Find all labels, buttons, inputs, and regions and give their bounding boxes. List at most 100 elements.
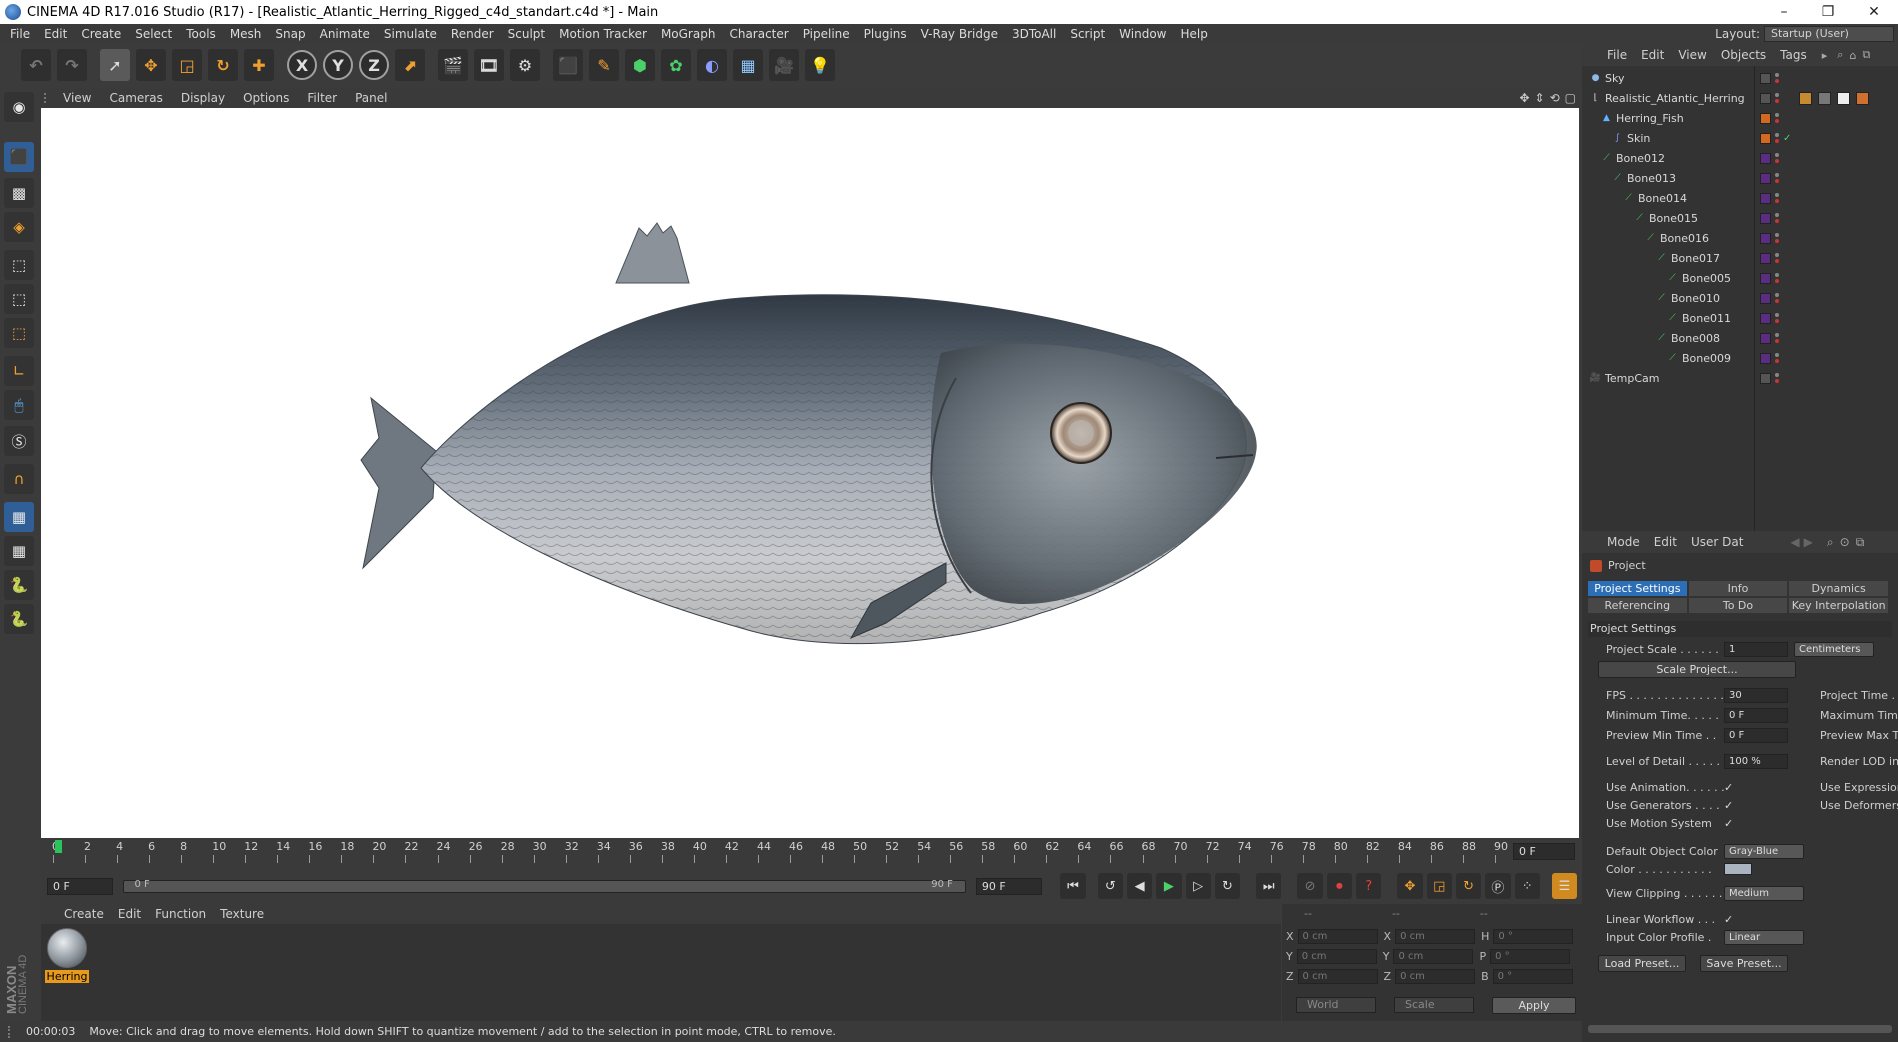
layer-color-swatch[interactable] [1760,372,1771,384]
visibility-dots-icon[interactable] [1775,93,1779,103]
points-mode-icon[interactable]: ⬚ [4,250,34,280]
preview-min-field[interactable]: 0 F [1724,727,1788,743]
material-tag-icon[interactable] [1799,91,1812,105]
object-row[interactable]: ⟋ Bone009 [1582,348,1898,368]
object-row[interactable]: ⟋ Bone008 [1582,328,1898,348]
object-row[interactable]: 🎥 TempCam [1582,368,1898,388]
project-scale-field[interactable]: 1 [1724,641,1788,657]
layer-color-swatch[interactable] [1760,92,1771,104]
menu-sculpt[interactable]: Sculpt [501,27,552,41]
object-row[interactable]: ⟋ Bone014 [1582,188,1898,208]
key-scale-icon[interactable]: ◲ [1426,873,1452,899]
polygons-mode-icon[interactable]: ⬚ [4,318,34,348]
minimize-button[interactable]: – [1762,0,1806,24]
visibility-dots-icon[interactable] [1775,333,1779,343]
attribute-menu-edit[interactable]: Edit [1647,535,1684,549]
end-frame-field[interactable]: 90 F [975,877,1043,895]
rotate-tool-icon[interactable]: ↻ [208,49,238,81]
record-keys-icon[interactable]: ⊘ [1297,873,1323,899]
snap-magnet-icon[interactable]: ∩ [4,464,34,494]
workplane-mode-icon[interactable]: ◈ [4,212,34,242]
fps-field[interactable]: 30 [1724,687,1788,703]
object-menu-edit[interactable]: Edit [1634,48,1671,62]
menu-character[interactable]: Character [722,27,795,41]
apply-button[interactable]: Apply [1492,997,1576,1014]
frame-range-slider[interactable]: 0 F 90 F [123,879,966,893]
size-x-field[interactable]: 0 cm [1395,928,1476,944]
keyframe-selection-icon[interactable]: ? [1356,873,1382,899]
default-color-dropdown[interactable]: Gray-Blue [1724,843,1804,859]
object-menu-view[interactable]: View [1671,48,1713,62]
visibility-dots-icon[interactable] [1775,293,1779,303]
floor-environment-icon[interactable]: ▦ [733,49,763,81]
render-view-icon[interactable]: 🎬 [438,49,468,81]
z-axis-lock-icon[interactable]: Z [359,50,389,80]
object-row[interactable]: ⟋ Bone013 [1582,168,1898,188]
texture-tag-icon[interactable] [1818,91,1831,105]
object-row[interactable]: ⟋ Bone005 [1582,268,1898,288]
new-window-icon[interactable]: ⧉ [1862,48,1870,62]
linear-workflow-checkbox[interactable]: ✓ [1724,913,1736,926]
next-frame-icon[interactable]: ▷ [1185,873,1211,899]
workplane-lock-icon[interactable]: ▦ [4,502,34,532]
tab-key-interpolation[interactable]: Key Interpolation [1789,598,1888,613]
orbit-view-icon[interactable]: ⟲ [1550,91,1560,105]
viewport-menu-panel[interactable]: Panel [346,91,396,105]
mograph-cloner-icon[interactable]: ✿ [661,49,691,81]
edges-mode-icon[interactable]: ⬚ [4,284,34,314]
render-settings-icon[interactable]: ⚙ [510,49,540,81]
current-frame-field[interactable]: 0 F [1513,843,1575,860]
layer-color-swatch[interactable] [1760,172,1771,184]
load-preset-button[interactable]: Load Preset... [1598,955,1686,972]
project-scale-unit-dropdown[interactable]: Centimeters [1794,641,1874,657]
key-rotation-icon[interactable]: ↻ [1455,873,1482,899]
live-selection-icon[interactable]: ➚ [100,49,130,81]
size-y-field[interactable]: 0 cm [1393,948,1474,964]
coordinate-mode-dropdown[interactable]: Scale [1394,997,1474,1013]
tab-info[interactable]: Info [1688,581,1788,596]
object-row[interactable]: ⟋ Bone011 [1582,308,1898,328]
back-arrow-icon[interactable]: ◀ [1790,535,1799,549]
menu-simulate[interactable]: Simulate [377,27,444,41]
visibility-dots-icon[interactable] [1775,353,1779,363]
redo-icon[interactable]: ↷ [57,49,87,81]
previous-frame-icon[interactable]: ◀ [1126,873,1153,899]
visibility-dots-icon[interactable] [1775,373,1779,383]
rotation-b-field[interactable]: 0 ° [1492,968,1573,984]
make-editable-icon[interactable]: ◉ [4,92,34,122]
layer-color-swatch[interactable] [1760,312,1771,324]
position-x-field[interactable]: 0 cm [1297,928,1378,944]
menu-select[interactable]: Select [128,27,179,41]
visibility-dots-icon[interactable] [1775,273,1779,283]
go-to-end-icon[interactable]: ⏭ [1256,873,1282,899]
menu-render[interactable]: Render [444,27,501,41]
python-script-icon[interactable]: 🐍 [4,570,34,600]
input-profile-dropdown[interactable]: Linear [1724,929,1804,945]
key-position-icon[interactable]: ✥ [1397,873,1423,899]
menu-help[interactable]: Help [1173,27,1214,41]
menu-motion-tracker[interactable]: Motion Tracker [552,27,654,41]
layer-color-swatch[interactable] [1760,332,1771,344]
object-menu-tags[interactable]: Tags [1773,48,1814,62]
menu-window[interactable]: Window [1112,27,1173,41]
menu-file[interactable]: File [0,27,37,41]
go-to-start-icon[interactable]: ⏮ [1060,873,1086,899]
key-pla-icon[interactable]: ⁘ [1514,873,1540,899]
tab-referencing[interactable]: Referencing [1588,598,1687,613]
attribute-search-icon[interactable]: ⌕ [1827,535,1834,550]
attribute-new-window-icon[interactable]: ⧉ [1856,535,1865,550]
layer-color-swatch[interactable] [1760,212,1771,224]
planar-workplane-icon[interactable]: ▦ [4,536,34,566]
layer-color-swatch[interactable] [1760,152,1771,164]
deformer-icon[interactable]: ◐ [697,49,727,81]
object-menu-objects[interactable]: Objects [1714,48,1773,62]
light-icon[interactable]: 💡 [805,49,835,81]
tab-to-do[interactable]: To Do [1688,598,1788,613]
coordinate-space-dropdown[interactable]: World [1296,997,1376,1013]
size-z-field[interactable]: 0 cm [1395,968,1476,984]
enabled-check-icon[interactable]: ✓ [1783,133,1791,144]
rotation-h-field[interactable]: 0 ° [1493,928,1574,944]
menu-animate[interactable]: Animate [313,27,377,41]
layer-color-swatch[interactable] [1760,132,1771,144]
next-key-icon[interactable]: ↻ [1214,873,1241,899]
